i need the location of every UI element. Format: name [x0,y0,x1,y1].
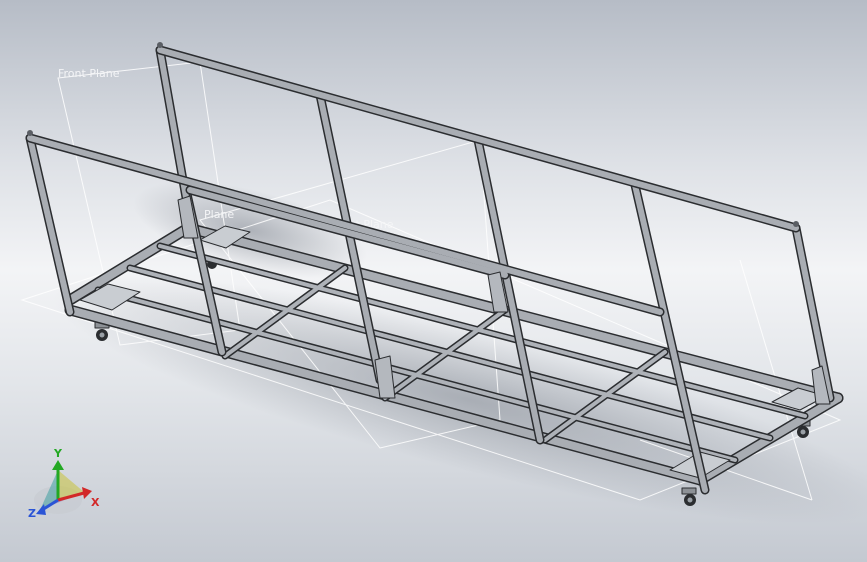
x-axis-label: X [91,496,100,509]
graphics-viewport[interactable]: Front Plane Front Plane Plane Y X Z [0,0,867,562]
y-axis-label: Y [53,447,63,460]
cad-scene[interactable]: Front Plane Front Plane Plane Y X Z [0,0,867,562]
plane-label-top: Plane [204,208,234,221]
z-axis-label: Z [28,507,36,520]
y-axis-arrow[interactable] [52,460,64,470]
plane-label-front-left: Front Plane [58,67,120,80]
orientation-triad[interactable]: Y X Z [28,447,100,520]
floor-shadow [52,181,867,525]
